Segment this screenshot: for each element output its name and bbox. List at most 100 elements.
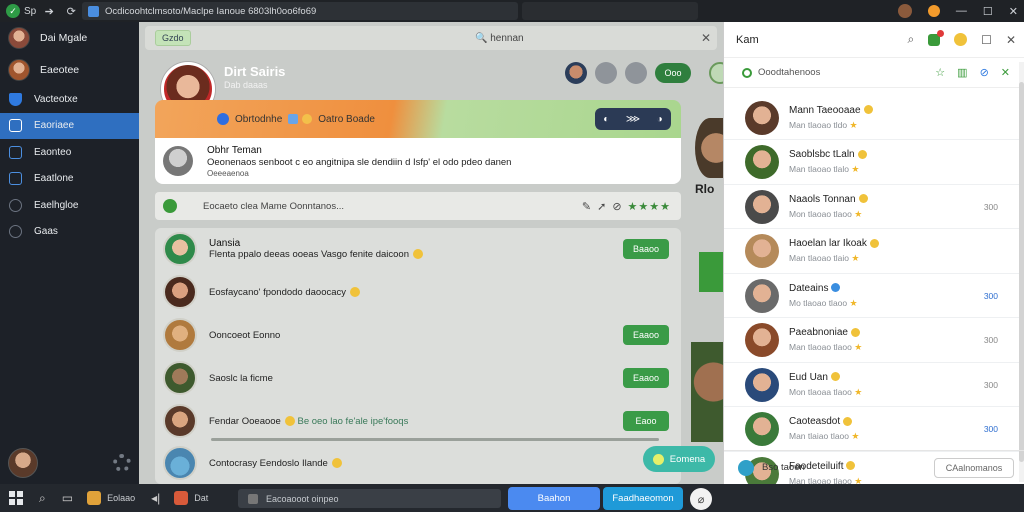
compose-bar[interactable]: Eocaeto clea Mame Oonntanos... ✎ ➚ ⊘ ★★★… <box>155 192 681 220</box>
avatar <box>163 404 197 438</box>
secondary-tab[interactable] <box>522 2 698 20</box>
sidebar-item-eaelhgloe[interactable]: Eaelhgloe <box>0 192 139 219</box>
avatar <box>163 275 197 309</box>
top-chip[interactable]: Gzdo <box>155 30 191 46</box>
toggle-icon[interactable]: ◐ <box>603 114 609 125</box>
contact-row[interactable]: Dateains Mo tlaoao tlaoo ★ 300 <box>724 274 1024 318</box>
extension-icon[interactable] <box>927 5 940 17</box>
reload-icon[interactable]: ⟳ <box>62 3 80 19</box>
status-icon[interactable] <box>709 62 723 84</box>
list-item[interactable]: Uansia Flenta ppalo deeas ooeas Vasgo fe… <box>155 228 681 270</box>
app-icon[interactable] <box>174 491 189 505</box>
forward-icon[interactable]: ➔ <box>40 3 58 19</box>
list-item-button[interactable]: Baaoo <box>623 239 669 259</box>
contact-row[interactable]: Eud Uan Mon tlaoaa tlaoo ★ 300 <box>724 363 1024 407</box>
close-icon[interactable]: ✕ <box>1006 33 1016 47</box>
sidebar-item-eaoriaee[interactable]: Eaoriaee <box>0 112 139 139</box>
address-bar[interactable]: Ocdicoohtclmsoto/Maclpe Ianoue 6803lh0oo… <box>82 2 518 20</box>
sidebar-user-1[interactable]: Dai Mgale <box>0 22 139 54</box>
contacts-search-input[interactable]: Ooodtahenoos <box>758 67 820 78</box>
sidebar-item-vacteotxe[interactable]: Vacteotxe <box>0 86 139 113</box>
window-icon[interactable]: ☐ <box>981 33 992 47</box>
emoji-icon[interactable] <box>954 33 968 46</box>
tab-label[interactable]: Sp <box>24 6 36 17</box>
list-item[interactable]: Contocrasy Eendoslo Ilande <box>155 442 681 484</box>
windows-start-icon[interactable] <box>9 491 23 505</box>
list-item[interactable]: Eosfaycano' fpondodo daoocacy <box>155 271 681 313</box>
scrollbar[interactable] <box>1019 62 1024 482</box>
avatar <box>745 100 779 135</box>
notification-icon[interactable] <box>928 29 945 46</box>
call-icon[interactable] <box>595 62 617 84</box>
search-icon[interactable]: ⌕ <box>39 491 46 506</box>
video-icon[interactable] <box>625 62 647 84</box>
list-item-text: Fendar Ooeaooe <box>209 415 281 427</box>
close-icon[interactable]: ✕ <box>1009 5 1018 18</box>
edit-icon[interactable]: ✎ <box>582 200 591 213</box>
contact-row[interactable]: Caoteasdot Man tlaiao tlaoo ★ 300 <box>724 408 1024 452</box>
fab-label: Eomena <box>669 453 706 465</box>
contact-time: 300 <box>983 290 998 301</box>
send-icon[interactable]: ➚ <box>597 200 606 213</box>
primary-button[interactable]: Baahon <box>508 487 600 510</box>
background-decor <box>699 252 723 292</box>
rating-icon[interactable]: ★★★★ <box>628 200 671 213</box>
secondary-button[interactable]: Faadhaeomon <box>603 487 683 510</box>
action-pill-button[interactable]: Ooo <box>655 63 691 83</box>
contact-row[interactable]: Paeabnoniae Man tlaoao tlaoo ★ 300 <box>724 319 1024 363</box>
participant-avatar[interactable] <box>565 62 587 84</box>
link-icon[interactable]: ⊘ <box>980 66 989 79</box>
contact-row[interactable]: Naaols Tonnan Mon tlaoao tlaoo ★ 300 <box>724 185 1024 229</box>
footer-button[interactable]: CAalnomanos <box>934 457 1014 478</box>
list-item[interactable]: Ooncoeot Eonno Eaaoo <box>155 314 681 356</box>
sidebar-item-eaatlone[interactable]: Eaatlone <box>0 166 139 193</box>
contacts-search[interactable]: Ooodtahenoos ☆ ▥ ⊘ ✕ <box>724 58 1024 88</box>
sidebar-user-2[interactable]: Eaeotee <box>0 54 139 86</box>
taskbar-input[interactable]: Eacoaooot oinpeo <box>238 489 501 508</box>
maximize-icon[interactable]: ☐ <box>983 5 993 18</box>
task-view-icon[interactable]: ▭ <box>62 491 73 505</box>
grid-icon[interactable]: ▥ <box>957 66 967 79</box>
compose-input[interactable]: Eocaeto clea Mame Oonntanos... <box>203 201 344 212</box>
list-item[interactable]: Saoslc la ficme Eaaoo <box>155 357 681 399</box>
avatar <box>745 278 779 313</box>
taskbar-app-label[interactable]: Dat <box>194 493 208 503</box>
leaf-icon <box>9 225 22 239</box>
floating-action-button[interactable]: Eomena <box>643 446 715 472</box>
contact-row[interactable]: Mann Taeooaae Man tlaoao tldo ★ <box>724 96 1024 140</box>
list-item-text: Saoslc la ficme <box>209 372 273 384</box>
list-item-button[interactable]: Eaoo <box>623 411 669 431</box>
contact-row[interactable]: Haoelan lar Ikoak Man tlaoao tlaio ★ <box>724 230 1024 274</box>
sidebar-item-eaonteo[interactable]: Eaonteo <box>0 139 139 166</box>
taskbar: ⌕ ▭ Eolaao ◂| Dat Eacoaooot oinpeo Baaho… <box>0 484 1024 512</box>
taskbar-app-label[interactable]: Eolaao <box>107 493 135 503</box>
close-icon[interactable]: ✕ <box>1001 66 1010 79</box>
list-item-button[interactable]: Eaaoo <box>623 325 669 345</box>
chat-title: Dirt Sairis <box>224 64 286 79</box>
contact-row[interactable]: Saoblsbc tLaln Man tlaoao tlalo ★ <box>724 141 1024 185</box>
sidebar-item-gaas[interactable]: Gaas <box>0 219 139 246</box>
audio-icon[interactable]: ◂| <box>151 491 160 505</box>
main-search[interactable]: 🔍 hennan <box>475 33 524 44</box>
settings-icon[interactable]: ◑ <box>657 114 663 125</box>
profile-avatar[interactable] <box>897 4 912 18</box>
list-item-button[interactable]: Eaaoo <box>623 368 669 388</box>
add-icon[interactable] <box>163 199 177 213</box>
close-icon[interactable]: ✕ <box>701 31 711 45</box>
status-icon <box>831 283 841 293</box>
list-item[interactable]: Fendar Ooeaooe Be oeo lao fe'ale ipe'foo… <box>155 400 681 442</box>
contact-time: 300 <box>983 335 998 345</box>
contact-time: 300 <box>983 379 998 390</box>
attach-icon[interactable]: ⌀ <box>690 488 712 510</box>
search-icon[interactable]: ⌕ <box>907 32 914 47</box>
gear-icon[interactable] <box>113 454 131 472</box>
app-icon[interactable] <box>87 491 102 505</box>
sound-icon[interactable]: ⋙ <box>626 114 640 125</box>
pinned-message-card[interactable]: Obhr Teman Oeonenaos senboot c eo angitn… <box>155 138 681 184</box>
star-icon[interactable]: ☆ <box>935 66 945 79</box>
minimize-icon[interactable]: — <box>956 5 967 17</box>
sidebar-user-name: Eaeotee <box>40 64 80 76</box>
current-user-avatar[interactable] <box>8 448 38 478</box>
attach-icon[interactable]: ⊘ <box>612 200 621 213</box>
app-logo-icon[interactable]: ✓ <box>6 4 20 18</box>
